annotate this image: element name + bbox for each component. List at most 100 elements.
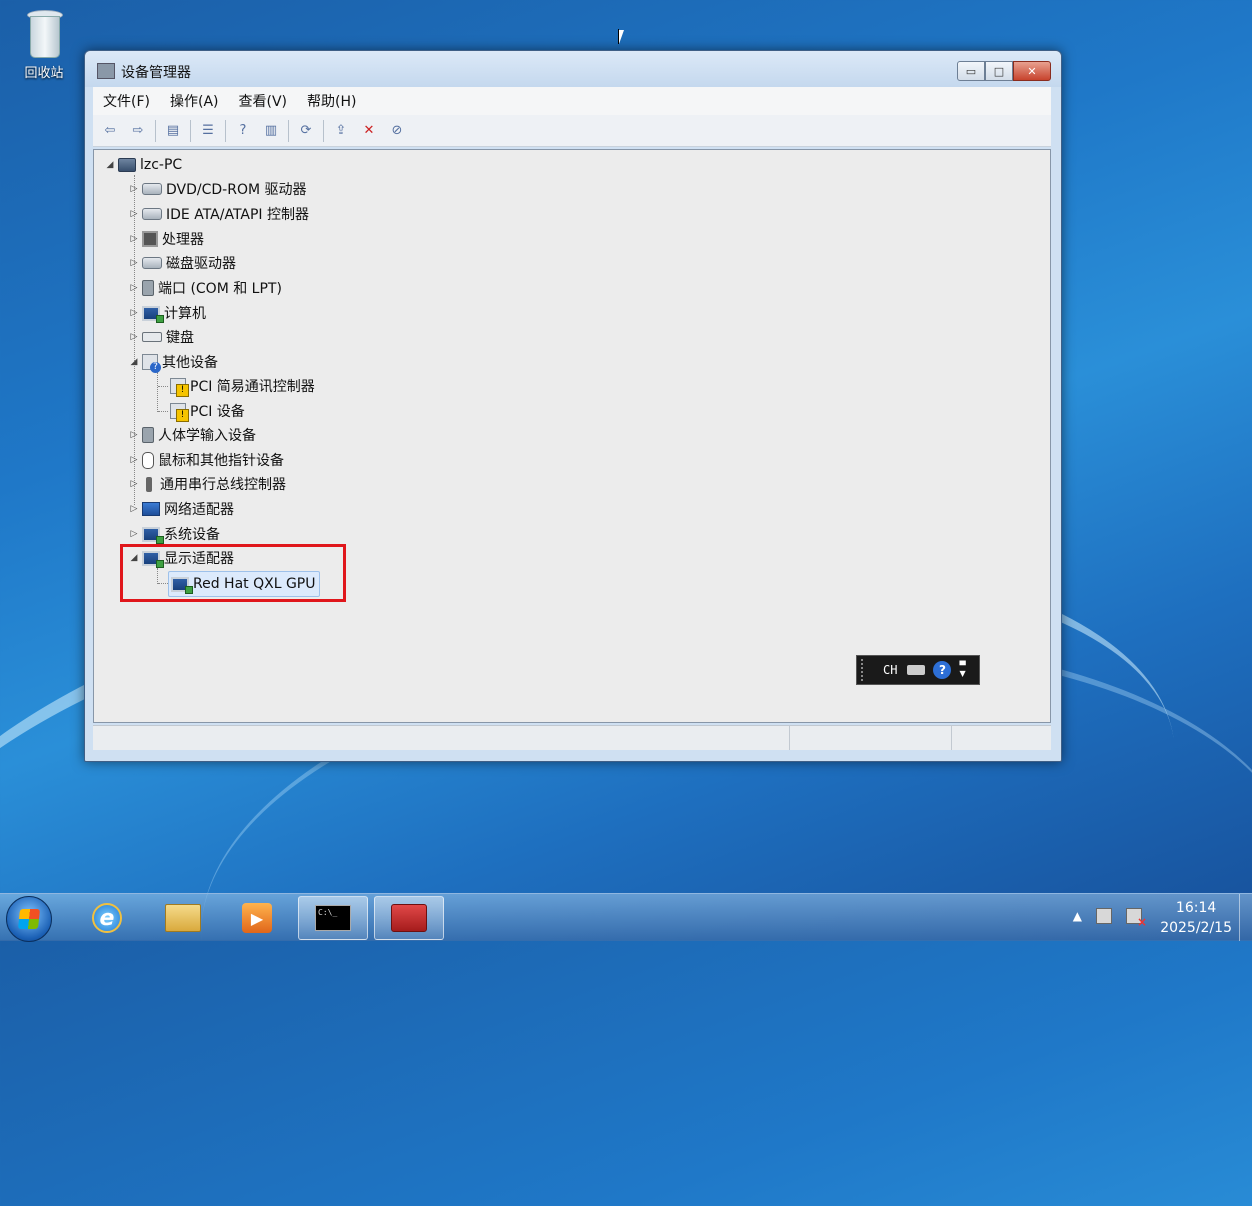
- forward-arrow-icon[interactable]: ⇨: [127, 120, 149, 142]
- speaker-muted-icon[interactable]: [1126, 908, 1147, 929]
- tree-item-system[interactable]: ▷ 系统设备: [128, 522, 220, 546]
- update-driver-icon[interactable]: ⇪: [330, 120, 352, 142]
- tree-item-label: DVD/CD-ROM 驱动器: [166, 182, 307, 198]
- tree-item-label: 鼠标和其他指针设备: [158, 453, 284, 469]
- toolbar-separator: [225, 119, 226, 142]
- help-icon[interactable]: ?: [933, 661, 952, 679]
- menu-help[interactable]: 帮助(H): [297, 91, 366, 111]
- drag-handle-icon[interactable]: [861, 659, 871, 681]
- clock-date: 2025/2/15: [1160, 920, 1232, 936]
- tree-item-pci-comm-controller[interactable]: PCI 简易通讯控制器: [170, 374, 315, 398]
- tree-root[interactable]: ◢ lzc-PC: [104, 153, 183, 177]
- windows-logo-icon: [17, 909, 41, 929]
- usb-icon: [146, 476, 152, 492]
- tree-item-keyboard[interactable]: ▷ 键盘: [128, 325, 194, 349]
- expand-toggle-icon[interactable]: ▷: [128, 479, 140, 489]
- menu-action[interactable]: 操作(A): [160, 91, 229, 111]
- tree-item-label: IDE ATA/ATAPI 控制器: [166, 207, 310, 223]
- expand-toggle-icon[interactable]: ▷: [128, 455, 140, 465]
- window-title: 设备管理器: [121, 65, 191, 81]
- expand-toggle-icon[interactable]: ▷: [128, 308, 140, 318]
- computer-icon: [118, 158, 136, 172]
- menu-bar: 文件(F) 操作(A) 查看(V) 帮助(H): [93, 87, 1051, 116]
- taskbar-ie[interactable]: e: [72, 896, 142, 940]
- view-icon[interactable]: ▥: [260, 120, 282, 142]
- taskbar-media-player[interactable]: ▶: [222, 896, 292, 940]
- expand-toggle-icon[interactable]: ▷: [128, 234, 140, 244]
- annotation-highlight-box: [120, 544, 346, 602]
- uninstall-device-icon[interactable]: ✕: [358, 120, 380, 142]
- console-tree-icon[interactable]: ▤: [162, 120, 184, 142]
- input-language[interactable]: CH: [883, 663, 897, 677]
- scan-hardware-icon[interactable]: ⟳: [295, 120, 317, 142]
- expand-toggle-icon[interactable]: ▷: [128, 258, 140, 268]
- expand-toggle-icon[interactable]: ▷: [128, 529, 140, 539]
- keyboard-icon: [142, 332, 162, 342]
- taskbar-explorer[interactable]: [148, 896, 218, 940]
- status-segment: [951, 726, 1052, 750]
- options-icon[interactable]: ▀ ▼: [959, 662, 965, 678]
- tree-item-label: PCI 简易通讯控制器: [190, 379, 315, 395]
- tree-item-usb[interactable]: ▷ 通用串行总线控制器: [128, 472, 286, 496]
- tree-item-hid[interactable]: ▷ 人体学输入设备: [128, 423, 256, 447]
- help-icon[interactable]: ?: [232, 120, 254, 142]
- start-button[interactable]: [6, 896, 52, 942]
- tree-item-computer[interactable]: ▷ 计算机: [128, 301, 206, 325]
- network-adapter-icon: [142, 502, 160, 516]
- menu-view[interactable]: 查看(V): [229, 91, 298, 111]
- expand-toggle-icon[interactable]: ▷: [128, 430, 140, 440]
- mouse-icon: [142, 451, 154, 469]
- toolbar-separator: [190, 119, 191, 142]
- clock-time: 16:14: [1175, 900, 1217, 916]
- system-device-icon: [142, 526, 164, 544]
- disable-device-icon[interactable]: ⊘: [386, 120, 408, 142]
- tree-item-cpu[interactable]: ▷ 处理器: [128, 227, 204, 251]
- back-arrow-icon[interactable]: ⇦: [99, 120, 121, 142]
- expand-toggle-icon[interactable]: ▷: [128, 504, 140, 514]
- expand-toggle-icon[interactable]: ▷: [128, 283, 140, 293]
- clock[interactable]: 16:14 2025/2/15: [1160, 898, 1232, 938]
- expand-toggle-icon[interactable]: ▷: [128, 209, 140, 219]
- tree-item-mouse[interactable]: ▷ 鼠标和其他指针设备: [128, 448, 284, 472]
- disk-drive-icon: [142, 257, 162, 269]
- language-bar[interactable]: CH ? ▀ ▼: [856, 655, 980, 685]
- show-desktop-button[interactable]: [1239, 894, 1252, 941]
- tree-item-label: 系统设备: [164, 527, 220, 543]
- tree-item-label: 网络适配器: [164, 502, 234, 518]
- menu-file[interactable]: 文件(F): [93, 91, 160, 111]
- tree-item-disk[interactable]: ▷ 磁盘驱动器: [128, 251, 236, 275]
- processor-icon: [142, 231, 158, 247]
- close-button[interactable]: ✕: [1013, 61, 1051, 81]
- warning-device-icon: [170, 378, 189, 397]
- action-center-flag-icon[interactable]: [1096, 908, 1112, 924]
- status-segment: [789, 726, 952, 750]
- tree-item-ide[interactable]: ▷ IDE ATA/ATAPI 控制器: [128, 202, 309, 226]
- tree-item-pci-device[interactable]: PCI 设备: [170, 399, 245, 423]
- properties-icon[interactable]: ☰: [197, 120, 219, 142]
- maximize-button[interactable]: □: [985, 61, 1013, 81]
- tree-item-label: 键盘: [166, 330, 194, 346]
- show-hidden-icons-arrow-icon[interactable]: ▲: [1073, 909, 1082, 923]
- toolbar-separator: [288, 119, 289, 142]
- taskbar-cmd[interactable]: C:\_: [298, 896, 368, 940]
- tree-item-other-devices[interactable]: ◢ 其他设备: [128, 350, 218, 374]
- keyboard-icon[interactable]: [907, 665, 926, 675]
- taskbar-device-manager[interactable]: [374, 896, 444, 940]
- tree-item-label: 计算机: [164, 306, 206, 322]
- tree-item-label: 人体学输入设备: [158, 428, 256, 444]
- folder-icon: [165, 904, 201, 932]
- minimize-button[interactable]: ▭: [957, 61, 985, 81]
- recycle-bin[interactable]: 回收站: [12, 8, 76, 81]
- device-manager-icon: [97, 63, 115, 79]
- tree-item-ports[interactable]: ▷ 端口 (COM 和 LPT): [128, 276, 282, 300]
- expand-toggle-icon[interactable]: ▷: [128, 332, 140, 342]
- tree-item-dvd[interactable]: ▷ DVD/CD-ROM 驱动器: [128, 177, 307, 201]
- expand-toggle-icon[interactable]: ▷: [128, 184, 140, 194]
- tree-item-label: 通用串行总线控制器: [160, 477, 286, 493]
- toolbar-separator: [323, 119, 324, 142]
- expand-toggle-icon[interactable]: ◢: [104, 160, 116, 170]
- title-bar[interactable]: 设备管理器 ▭ □ ✕: [85, 51, 1061, 87]
- expand-toggle-icon[interactable]: ◢: [128, 357, 140, 367]
- mouse-cursor-icon: [618, 29, 624, 44]
- tree-item-network[interactable]: ▷ 网络适配器: [128, 497, 234, 521]
